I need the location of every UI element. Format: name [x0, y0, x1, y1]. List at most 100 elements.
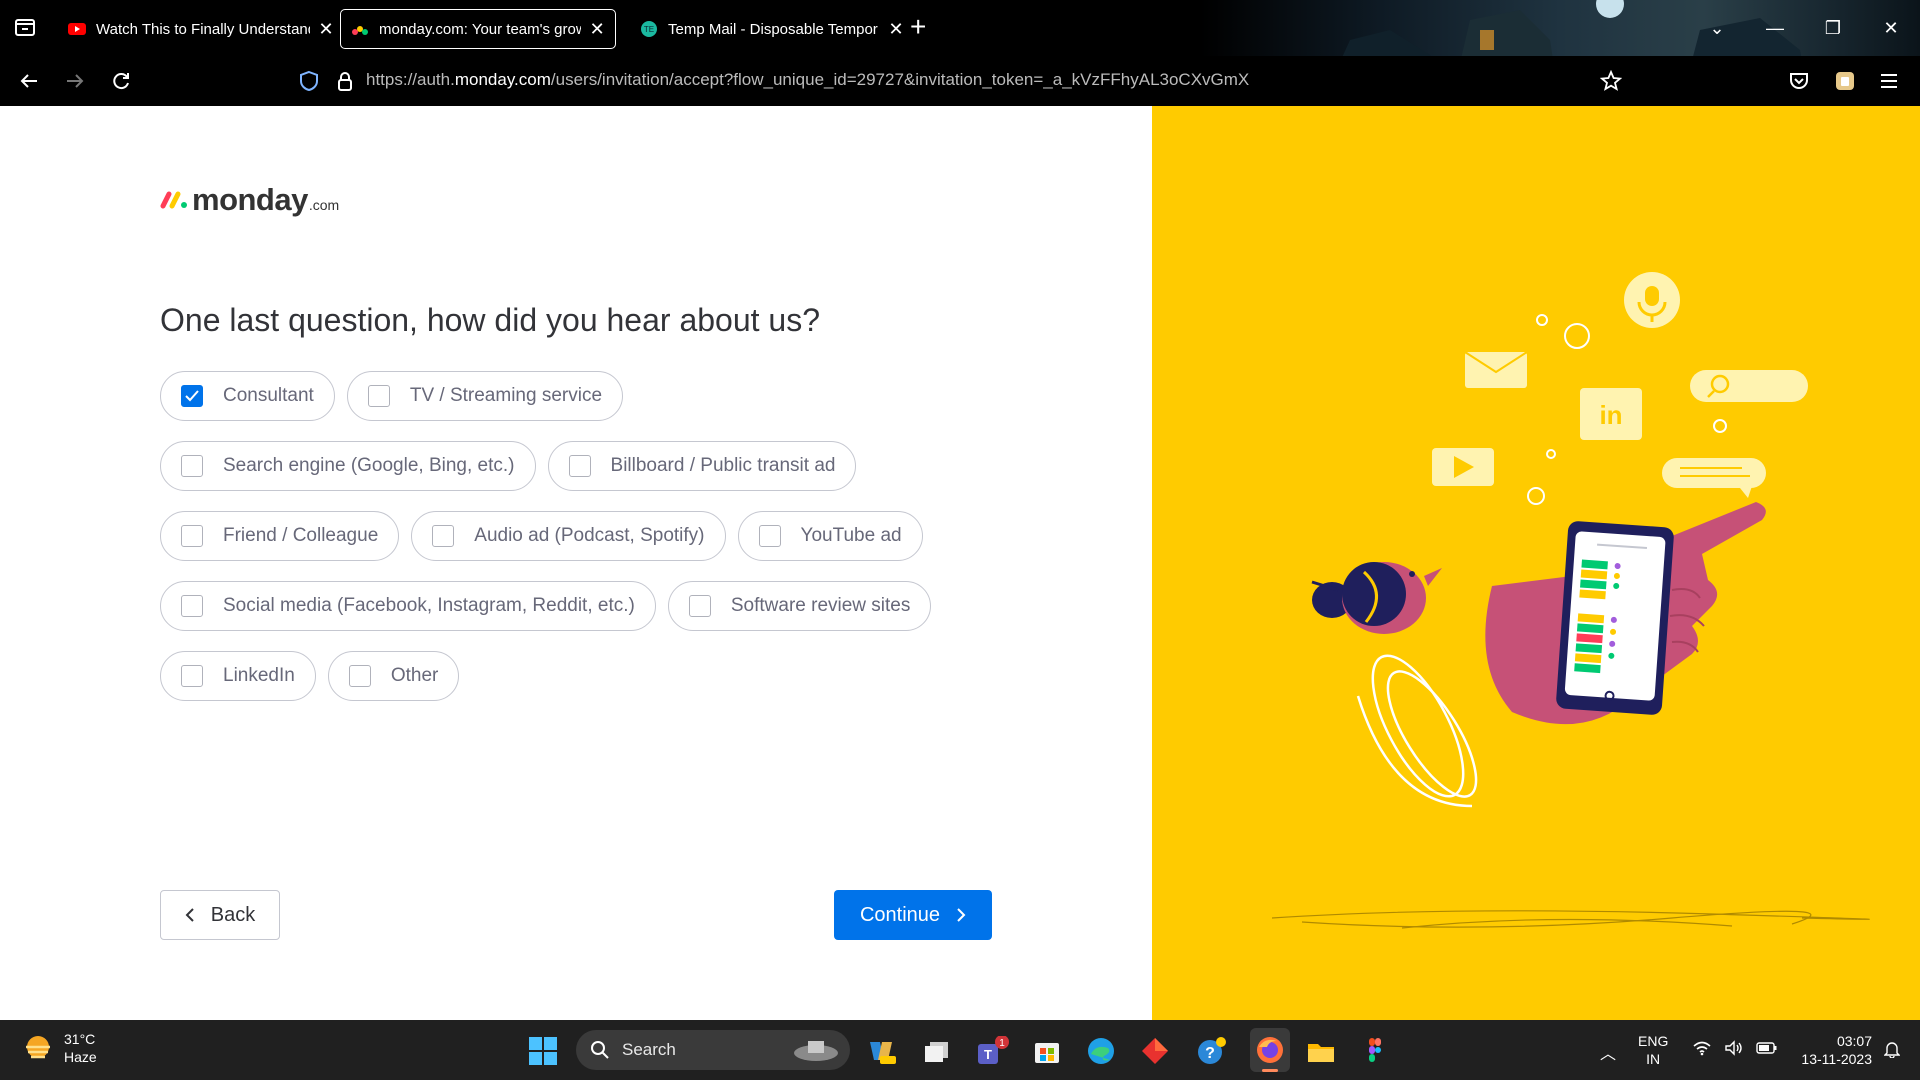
checkbox[interactable] — [568, 455, 591, 477]
volume-icon[interactable] — [1724, 1040, 1744, 1061]
option-audio-ad-podcast-spotify[interactable]: Audio ad (Podcast, Spotify) — [411, 511, 726, 561]
email-envelope-icon — [1464, 351, 1528, 388]
copilot-icon[interactable] — [866, 1036, 896, 1066]
option-software-review-sites[interactable]: Software review sites — [667, 581, 932, 631]
svg-text:?: ? — [1205, 1045, 1215, 1062]
option-consultant[interactable]: Consultant — [160, 371, 335, 421]
list-all-tabs-chevron-icon[interactable]: ⌄ — [1688, 0, 1746, 56]
address-bar[interactable]: https://auth.monday.com/users/invitation… — [366, 70, 1249, 90]
monday-logo: monday .com — [160, 182, 339, 218]
checkbox[interactable] — [688, 595, 711, 617]
firefox-icon[interactable] — [1250, 1028, 1290, 1072]
menu-hamburger-icon[interactable] — [1874, 66, 1904, 96]
checkbox[interactable] — [758, 525, 781, 547]
back-button[interactable]: Back — [160, 890, 280, 940]
options-row: Social media (Facebook, Instagram, Reddi… — [160, 581, 1000, 631]
url-prefix: https://auth. — [366, 70, 455, 89]
tracking-protection-shield-icon[interactable] — [294, 66, 324, 96]
youtube-icon — [68, 23, 86, 35]
pinned-app-red-diamond-icon[interactable] — [1140, 1036, 1170, 1066]
options-row: Consultant TV / Streaming service — [160, 371, 1000, 421]
get-help-icon[interactable]: ? — [1196, 1036, 1226, 1066]
url-path: /users/invitation/accept?flow_unique_id=… — [550, 70, 1250, 89]
illustration-panel: in — [1152, 106, 1920, 1020]
extensions-puzzle-icon[interactable] — [1830, 66, 1860, 96]
teams-notification-badge: 1 — [999, 1038, 1005, 1049]
option-label: Audio ad (Podcast, Spotify) — [474, 525, 705, 546]
back-button-label: Back — [210, 903, 256, 926]
checkbox[interactable] — [181, 455, 203, 477]
tab-list-button[interactable] — [12, 14, 38, 40]
option-billboard-public-transit-ad[interactable]: Billboard / Public transit ad — [547, 441, 857, 491]
taskbar-search-placeholder: Search — [622, 1040, 676, 1059]
restore-button[interactable]: ❐ — [1804, 0, 1862, 56]
option-youtube-ad[interactable]: YouTube ad — [737, 511, 923, 561]
checkbox[interactable] — [181, 385, 203, 407]
option-search-engine-google-bing-etc[interactable]: Search engine (Google, Bing, etc.) — [160, 441, 536, 491]
microphone-bubble-icon — [1624, 272, 1680, 328]
battery-icon[interactable] — [1756, 1040, 1778, 1061]
close-tab-icon[interactable]: ✕ — [888, 20, 904, 38]
windows-taskbar: 31°C Haze Search T1 ? ︿ ENG IN 03:07 13-… — [0, 1020, 1920, 1080]
weather-widget[interactable]: 31°C Haze — [22, 1030, 97, 1066]
bookmark-star-icon[interactable] — [1596, 66, 1626, 96]
tempmail-icon: TE — [641, 21, 657, 37]
taskbar-search-box[interactable]: Search — [576, 1030, 850, 1070]
option-tv-streaming-service[interactable]: TV / Streaming service — [346, 371, 624, 421]
tab-tempmail[interactable]: TE Temp Mail - Disposable Tempor ✕ — [630, 9, 914, 49]
weather-temperature: 31°C — [64, 1031, 96, 1047]
weather-condition: Haze — [64, 1049, 97, 1065]
language-indicator[interactable]: ENG IN — [1638, 1032, 1668, 1068]
close-window-button[interactable]: ✕ — [1862, 0, 1920, 56]
wifi-icon[interactable] — [1692, 1040, 1712, 1061]
tab-youtube[interactable]: Watch This to Finally Understand ✕ — [58, 9, 344, 49]
option-friend-colleague[interactable]: Friend / Colleague — [160, 511, 400, 561]
chevron-right-icon — [957, 908, 966, 922]
url-domain: monday.com — [454, 70, 551, 89]
logo-text: monday — [192, 182, 308, 217]
tab-monday[interactable]: monday.com: Your team's growth ✕ — [340, 9, 616, 49]
checkbox[interactable] — [181, 665, 203, 687]
edge-icon[interactable] — [1086, 1036, 1116, 1066]
continue-button[interactable]: Continue — [834, 890, 992, 940]
option-other[interactable]: Other — [327, 651, 460, 701]
teams-icon[interactable]: T1 — [976, 1035, 1009, 1066]
navigation-bar: https://auth.monday.com/users/invitation… — [0, 56, 1920, 106]
language-bottom: IN — [1646, 1051, 1661, 1067]
pocket-icon[interactable] — [1784, 66, 1814, 96]
microsoft-store-icon[interactable] — [1032, 1036, 1062, 1066]
minimize-button[interactable]: — — [1746, 0, 1804, 56]
tab-title: Watch This to Finally Understand — [96, 20, 310, 38]
reload-icon[interactable] — [106, 66, 136, 96]
continue-button-label: Continue — [859, 903, 941, 926]
linkedin-bubble-icon: in — [1580, 388, 1642, 440]
checkbox[interactable] — [432, 525, 455, 547]
lock-icon[interactable] — [330, 66, 360, 96]
source-options: Consultant TV / Streaming service Search e… — [160, 371, 1000, 721]
checkbox[interactable] — [348, 665, 371, 687]
forward-nav-icon[interactable] — [60, 66, 90, 96]
show-hidden-icons-chevron-icon[interactable]: ︿ — [1600, 1040, 1616, 1064]
back-nav-icon[interactable] — [14, 66, 44, 96]
figma-icon[interactable] — [1360, 1036, 1390, 1066]
checkbox[interactable] — [367, 385, 390, 407]
clock-time: 03:07 — [1836, 1033, 1872, 1049]
close-tab-icon[interactable]: ✕ — [318, 20, 334, 38]
checkbox[interactable] — [181, 595, 203, 617]
option-social-media-facebook-instagram-reddit-etc[interactable]: Social media (Facebook, Instagram, Reddi… — [160, 581, 656, 631]
close-tab-icon[interactable]: ✕ — [589, 20, 605, 38]
youtube-bubble-icon — [1432, 448, 1494, 486]
svg-text:TE: TE — [644, 25, 654, 34]
task-view-icon[interactable] — [922, 1036, 952, 1066]
new-tab-button[interactable]: + — [910, 12, 926, 42]
clock-date: 13-11-2023 — [1801, 1051, 1872, 1067]
search-highlight-icon — [794, 1041, 838, 1061]
haze-sun-icon — [26, 1036, 50, 1059]
start-windows-icon[interactable] — [528, 1036, 558, 1066]
option-linkedin[interactable]: LinkedIn — [160, 651, 316, 701]
system-clock[interactable]: 03:07 13-11-2023 — [1788, 1032, 1872, 1068]
notification-bell-icon[interactable] — [1883, 1040, 1901, 1063]
file-explorer-icon[interactable] — [1306, 1036, 1336, 1066]
checkbox[interactable] — [181, 525, 203, 547]
form-panel: monday .com One last question, how did y… — [0, 106, 1152, 1020]
